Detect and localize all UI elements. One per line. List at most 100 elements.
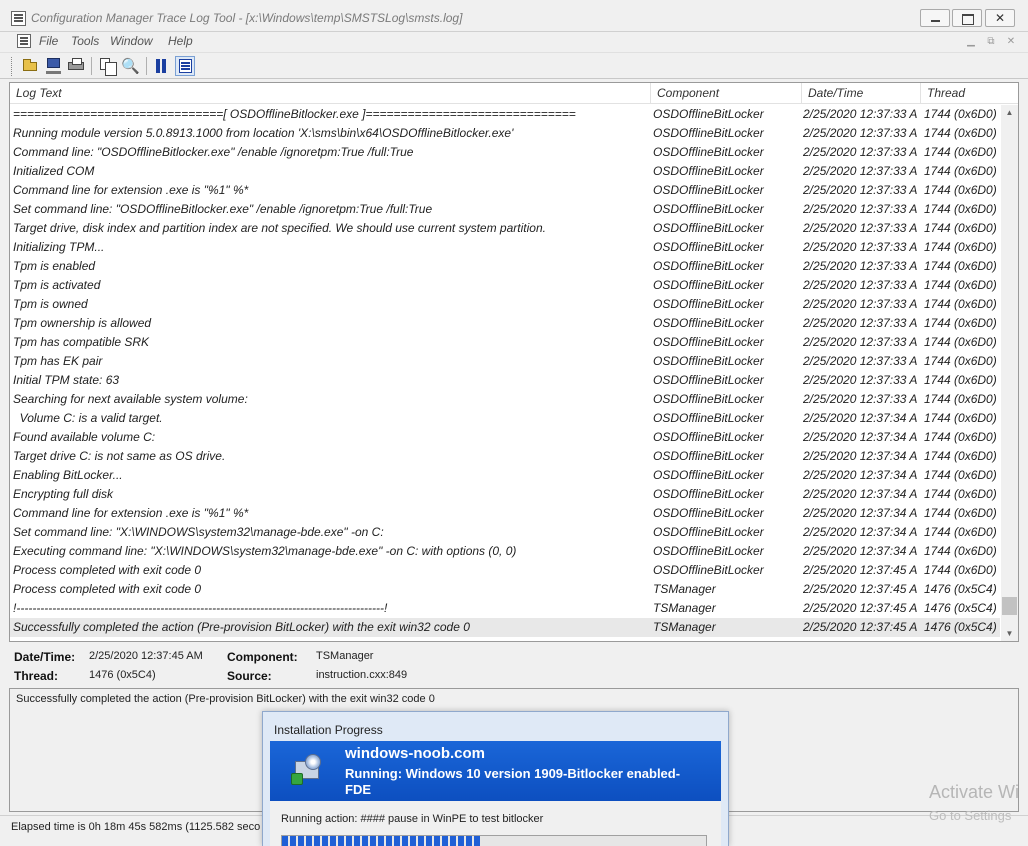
log-row[interactable]: Executing command line: "X:\WINDOWS\syst… bbox=[10, 542, 1000, 561]
log-row[interactable]: Tpm is enabled OSDOfflineBitLocker 2/25/20… bbox=[10, 257, 1000, 276]
copy-button[interactable] bbox=[97, 56, 117, 76]
column-thread[interactable]: Thread bbox=[921, 83, 1018, 104]
thread-cell: 1744 (0x6D0) bbox=[924, 525, 997, 539]
pause-icon bbox=[155, 59, 167, 73]
close-button[interactable] bbox=[985, 9, 1015, 27]
log-text-cell: Initial TPM state: 63 bbox=[13, 373, 120, 387]
source-value: instruction.cxx:849 bbox=[316, 669, 408, 681]
app-icon bbox=[11, 11, 26, 26]
log-row[interactable]: Running module version 5.0.8913.1000 fro… bbox=[10, 124, 1000, 143]
thread-cell: 1744 (0x6D0) bbox=[924, 468, 997, 482]
log-row[interactable]: Set command line: "X:\WINDOWS\system32\m… bbox=[10, 523, 1000, 542]
menu-window[interactable]: Window bbox=[110, 34, 153, 48]
menu-tools[interactable]: Tools bbox=[71, 34, 99, 48]
datetime-value: 2/25/2020 12:37:45 AM bbox=[89, 650, 203, 662]
log-row[interactable]: Target drive C: is not same as OS drive.… bbox=[10, 447, 1000, 466]
log-row[interactable]: Found available volume C: OSDOfflineBitLo… bbox=[10, 428, 1000, 447]
toolbar-separator bbox=[146, 57, 147, 75]
column-component[interactable]: Component bbox=[651, 83, 802, 104]
open-button[interactable] bbox=[21, 56, 41, 76]
thread-cell: 1744 (0x6D0) bbox=[924, 240, 997, 254]
installation-progress-dialog[interactable]: Installation Progress windows-noob.com R… bbox=[262, 711, 729, 846]
pause-button[interactable] bbox=[151, 56, 171, 76]
log-row[interactable]: Initializing TPM... OSDOfflineBitLocker 2/… bbox=[10, 238, 1000, 257]
scroll-down-icon[interactable]: ▼ bbox=[1001, 626, 1018, 641]
minimize-icon bbox=[921, 10, 949, 26]
vertical-scrollbar[interactable]: ▲ ▼ bbox=[1001, 105, 1018, 641]
component-cell: OSDOfflineBitLocker bbox=[653, 506, 764, 520]
datetime-cell: 2/25/2020 12:37:45 AM bbox=[803, 620, 917, 634]
datetime-cell: 2/25/2020 12:37:33 AM bbox=[803, 354, 917, 368]
log-list[interactable]: Log Text Component Date/Time Thread ====… bbox=[9, 82, 1019, 642]
child-minimize-icon[interactable]: ▁ bbox=[965, 36, 977, 48]
log-row[interactable]: Command line for extension .exe is "%1" … bbox=[10, 181, 1000, 200]
component-cell: TSManager bbox=[653, 620, 716, 634]
log-row[interactable]: Process completed with exit code 0 TSMana… bbox=[10, 580, 1000, 599]
component-cell: OSDOfflineBitLocker bbox=[653, 259, 764, 273]
info-panel-button[interactable] bbox=[175, 56, 195, 76]
print-button[interactable] bbox=[66, 56, 86, 76]
document-icon[interactable] bbox=[17, 34, 31, 48]
thread-cell: 1744 (0x6D0) bbox=[924, 126, 997, 140]
log-row[interactable]: Tpm ownership is allowed OSDOfflineBitLoc… bbox=[10, 314, 1000, 333]
component-cell: OSDOfflineBitLocker bbox=[653, 468, 764, 482]
log-text-cell: Target drive, disk index and partition i… bbox=[13, 221, 546, 235]
datetime-cell: 2/25/2020 12:37:33 AM bbox=[803, 221, 917, 235]
log-row[interactable]: Tpm is activated OSDOfflineBitLocker 2/25/… bbox=[10, 276, 1000, 295]
child-close-icon[interactable]: ✕ bbox=[1005, 36, 1017, 48]
toolbar-grip[interactable] bbox=[11, 57, 14, 76]
menu-file[interactable]: File bbox=[39, 34, 58, 48]
print-icon bbox=[68, 58, 84, 70]
info-panel-icon bbox=[179, 59, 192, 73]
log-row[interactable]: Tpm is owned OSDOfflineBitLocker 2/25/2020… bbox=[10, 295, 1000, 314]
log-row[interactable]: !---------------------------------------… bbox=[10, 599, 1000, 618]
thread-cell: 1744 (0x6D0) bbox=[924, 335, 997, 349]
thread-cell: 1744 (0x6D0) bbox=[924, 221, 997, 235]
maximize-icon bbox=[953, 10, 981, 26]
progress-bar bbox=[281, 835, 707, 846]
progress-fill bbox=[282, 836, 482, 846]
component-cell: OSDOfflineBitLocker bbox=[653, 278, 764, 292]
column-log-text[interactable]: Log Text bbox=[10, 83, 651, 104]
log-row[interactable]: Tpm has compatible SRK OSDOfflineBitLocke… bbox=[10, 333, 1000, 352]
log-row[interactable]: Initial TPM state: 63 OSDOfflineBitLocker… bbox=[10, 371, 1000, 390]
log-row[interactable]: Initialized COM OSDOfflineBitLocker 2/25/2… bbox=[10, 162, 1000, 181]
log-text-cell: Tpm has compatible SRK bbox=[13, 335, 150, 349]
log-row[interactable]: Successfully completed the action (Pre-p… bbox=[10, 618, 1000, 637]
log-row[interactable]: Process completed with exit code 0 OSDOff… bbox=[10, 561, 1000, 580]
open-remote-button[interactable] bbox=[44, 56, 64, 76]
scroll-up-icon[interactable]: ▲ bbox=[1001, 105, 1018, 121]
menu-help[interactable]: Help bbox=[168, 34, 193, 48]
log-row[interactable]: Target drive, disk index and partition i… bbox=[10, 219, 1000, 238]
datetime-cell: 2/25/2020 12:37:33 AM bbox=[803, 183, 917, 197]
component-cell: OSDOfflineBitLocker bbox=[653, 563, 764, 577]
component-cell: OSDOfflineBitLocker bbox=[653, 487, 764, 501]
source-label: Source: bbox=[227, 669, 272, 683]
child-restore-icon[interactable]: ⧉ bbox=[985, 36, 997, 48]
datetime-cell: 2/25/2020 12:37:45 AM bbox=[803, 563, 917, 577]
thread-cell: 1744 (0x6D0) bbox=[924, 107, 997, 121]
component-cell: OSDOfflineBitLocker bbox=[653, 430, 764, 444]
log-text-cell: Tpm has EK pair bbox=[13, 354, 103, 368]
datetime-cell: 2/25/2020 12:37:33 AM bbox=[803, 392, 917, 406]
column-datetime[interactable]: Date/Time bbox=[802, 83, 921, 104]
log-row[interactable]: Encrypting full disk OSDOfflineBitLocker 2… bbox=[10, 485, 1000, 504]
log-text-cell: Initializing TPM... bbox=[13, 240, 105, 254]
log-row[interactable]: Command line: "OSDOfflineBitlocker.exe" … bbox=[10, 143, 1000, 162]
log-row[interactable]: Enabling BitLocker... OSDOfflineBitLocker… bbox=[10, 466, 1000, 485]
log-row[interactable]: ==============================[ OSDOffli… bbox=[10, 105, 1000, 124]
datetime-cell: 2/25/2020 12:37:33 AM bbox=[803, 335, 917, 349]
message-text: Successfully completed the action (Pre-p… bbox=[16, 693, 435, 705]
maximize-button[interactable] bbox=[952, 9, 982, 27]
minimize-button[interactable] bbox=[920, 9, 950, 27]
component-cell: OSDOfflineBitLocker bbox=[653, 544, 764, 558]
log-row[interactable]: Volume C: is a valid target. OSDOfflineBi… bbox=[10, 409, 1000, 428]
find-button[interactable]: 🔍 bbox=[120, 56, 140, 76]
log-row[interactable]: Command line for extension .exe is "%1" … bbox=[10, 504, 1000, 523]
log-row[interactable]: Set command line: "OSDOfflineBitlocker.e… bbox=[10, 200, 1000, 219]
scrollbar-thumb[interactable] bbox=[1002, 597, 1017, 615]
log-text-cell: Process completed with exit code 0 bbox=[13, 582, 202, 596]
log-row[interactable]: Searching for next available system volu… bbox=[10, 390, 1000, 409]
log-text-cell: Initialized COM bbox=[13, 164, 95, 178]
log-row[interactable]: Tpm has EK pair OSDOfflineBitLocker 2/25/2… bbox=[10, 352, 1000, 371]
